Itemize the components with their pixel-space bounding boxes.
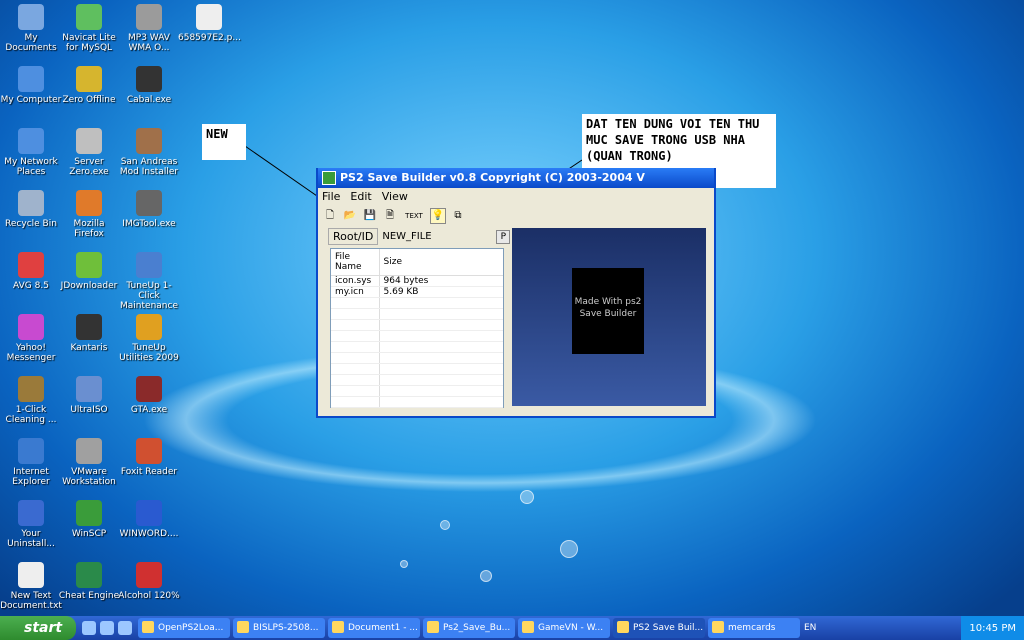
text-button[interactable]: TEXT bbox=[402, 208, 426, 224]
taskbar-button[interactable]: memcards bbox=[708, 618, 800, 638]
empty-cell bbox=[331, 363, 380, 375]
file-size-cell: 964 bytes bbox=[379, 275, 503, 287]
copy-icon[interactable]: ⧉ bbox=[450, 208, 466, 224]
file-name-cell: my.icn bbox=[331, 286, 380, 298]
file-row[interactable] bbox=[331, 308, 503, 320]
empty-cell bbox=[379, 319, 503, 331]
empty-cell bbox=[379, 308, 503, 320]
column-size[interactable]: Size bbox=[379, 249, 503, 276]
note-new: NEW bbox=[202, 124, 246, 160]
empty-cell bbox=[379, 385, 503, 397]
media-quicklaunch-icon[interactable] bbox=[118, 621, 132, 635]
taskbar-button[interactable]: BISLPS-2508... bbox=[233, 618, 325, 638]
menu-edit[interactable]: Edit bbox=[350, 188, 371, 206]
empty-cell bbox=[331, 308, 380, 320]
column-file-name[interactable]: File Name bbox=[331, 249, 380, 276]
p-button[interactable]: P bbox=[496, 229, 511, 244]
ps2-save-builder-window: PS2 Save Builder v0.8 Copyright (C) 2003… bbox=[316, 168, 716, 418]
file-row[interactable] bbox=[331, 363, 503, 375]
new-file-icon[interactable]: 🗋 bbox=[322, 208, 338, 224]
quick-launch bbox=[76, 621, 138, 635]
desktop-quicklaunch-icon[interactable] bbox=[100, 621, 114, 635]
taskbar-button[interactable]: PS2 Save Buil... bbox=[613, 618, 705, 638]
preview-thumbnail: Made With ps2 Save Builder bbox=[572, 268, 644, 354]
system-tray: 10:45 PM bbox=[961, 616, 1024, 640]
root-id-row: Root/ID P bbox=[328, 228, 511, 245]
start-button[interactable]: start bbox=[0, 616, 76, 640]
file-row[interactable] bbox=[331, 374, 503, 386]
file-row[interactable] bbox=[331, 396, 503, 408]
note-hint-text: DAT TEN DUNG VOI TEN THU MUC SAVE TRONG … bbox=[586, 117, 760, 163]
export-icon[interactable]: 🗎 bbox=[382, 208, 398, 224]
empty-cell bbox=[331, 319, 380, 331]
empty-cell bbox=[331, 330, 380, 342]
file-row[interactable] bbox=[331, 352, 503, 364]
menu-bar: File Edit View bbox=[318, 188, 714, 206]
window-title: PS2 Save Builder v0.8 Copyright (C) 2003… bbox=[340, 171, 645, 184]
file-row[interactable]: icon.sys 964 bytes bbox=[331, 275, 503, 287]
empty-cell bbox=[379, 297, 503, 309]
empty-cell bbox=[379, 396, 503, 408]
taskbar-button[interactable]: Ps2_Save_Bu... bbox=[423, 618, 515, 638]
file-row[interactable]: my.icn 5.69 KB bbox=[331, 286, 503, 298]
root-id-label: Root/ID bbox=[328, 228, 379, 245]
note-new-text: NEW bbox=[206, 127, 228, 141]
task-buttons: OpenPS2Loa... BISLPS-2508... Document1 - .… bbox=[138, 618, 800, 638]
save-icon[interactable]: 💾 bbox=[362, 208, 378, 224]
empty-cell bbox=[379, 352, 503, 364]
file-row[interactable] bbox=[331, 341, 503, 353]
taskbar: start OpenPS2Loa... BISLPS-2508... Documen… bbox=[0, 616, 1024, 640]
file-row[interactable] bbox=[331, 385, 503, 397]
empty-cell bbox=[379, 341, 503, 353]
ie-quicklaunch-icon[interactable] bbox=[82, 621, 96, 635]
lightbulb-icon[interactable]: 💡 bbox=[430, 208, 446, 224]
app-icon bbox=[322, 171, 336, 185]
language-indicator[interactable]: EN bbox=[800, 623, 820, 633]
menu-view[interactable]: View bbox=[382, 188, 408, 206]
menu-file[interactable]: File bbox=[322, 188, 340, 206]
root-id-input[interactable] bbox=[380, 228, 493, 245]
empty-cell bbox=[331, 297, 380, 309]
taskbar-button[interactable]: OpenPS2Loa... bbox=[138, 618, 230, 638]
taskbar-button[interactable]: Document1 - ... bbox=[328, 618, 420, 638]
file-list[interactable]: File Name Size icon.sys 964 bytes my.icn 5.… bbox=[330, 248, 504, 408]
icon-preview: Made With ps2 Save Builder bbox=[512, 228, 706, 406]
empty-cell bbox=[331, 374, 380, 386]
taskbar-button[interactable]: GameVN - W... bbox=[518, 618, 610, 638]
empty-cell bbox=[331, 341, 380, 353]
empty-cell bbox=[379, 330, 503, 342]
file-name-cell: icon.sys bbox=[331, 275, 380, 287]
empty-cell bbox=[379, 374, 503, 386]
toolbar: 🗋 📂 💾 🗎 TEXT 💡 ⧉ bbox=[318, 206, 714, 226]
window-titlebar[interactable]: PS2 Save Builder v0.8 Copyright (C) 2003… bbox=[318, 168, 714, 188]
clock: 10:45 PM bbox=[969, 622, 1016, 634]
file-row[interactable] bbox=[331, 297, 503, 309]
open-folder-icon[interactable]: 📂 bbox=[342, 208, 358, 224]
empty-cell bbox=[331, 385, 380, 397]
file-row[interactable] bbox=[331, 330, 503, 342]
file-row[interactable] bbox=[331, 319, 503, 331]
empty-cell bbox=[331, 396, 380, 408]
empty-cell bbox=[379, 363, 503, 375]
file-size-cell: 5.69 KB bbox=[379, 286, 503, 298]
empty-cell bbox=[331, 352, 380, 364]
